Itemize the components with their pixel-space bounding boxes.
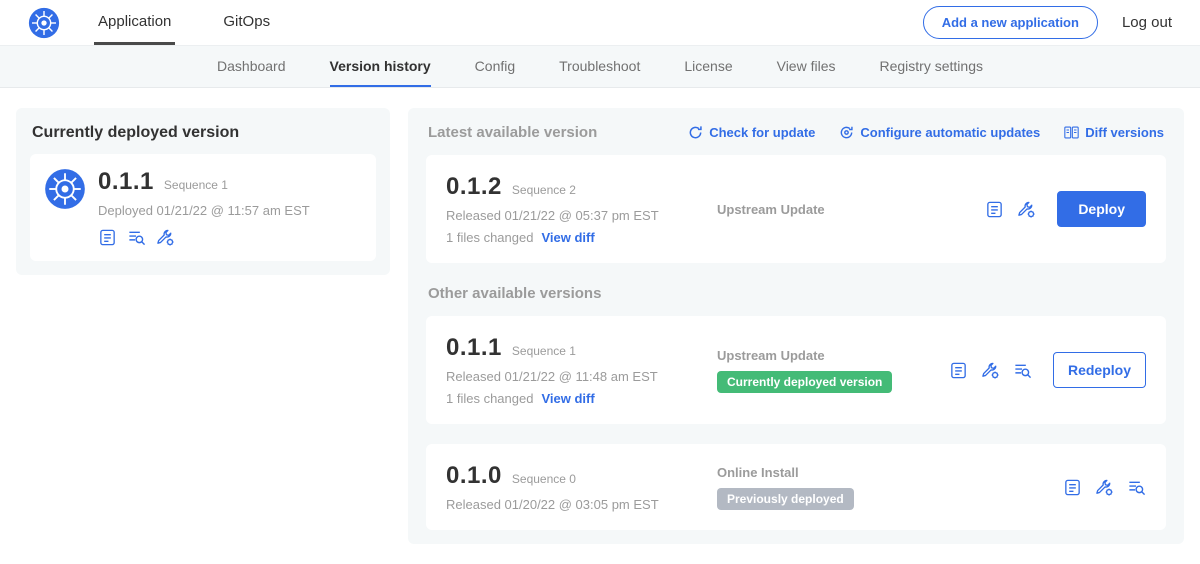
add-application-button[interactable]: Add a new application <box>923 6 1098 39</box>
version-card-0-1-1: 0.1.1 Sequence 1 Released 01/21/22 @ 11:… <box>426 316 1166 424</box>
version-source-label: Upstream Update <box>717 348 949 363</box>
subnav-item-registry-settings[interactable]: Registry settings <box>880 46 983 87</box>
sequence-label: Sequence 2 <box>512 183 576 197</box>
released-timestamp: Released 01/21/22 @ 05:37 pm EST <box>446 208 701 223</box>
version-history-page: Currently deployed version 0 <box>0 88 1200 564</box>
currently-deployed-badge: Currently deployed version <box>717 371 892 393</box>
subnav-item-dashboard[interactable]: Dashboard <box>217 46 286 87</box>
subnav-item-license[interactable]: License <box>684 46 732 87</box>
config-icon[interactable] <box>1095 478 1114 497</box>
deployed-version-number: 0.1.1 <box>98 168 154 196</box>
version-source-label: Upstream Update <box>717 202 985 217</box>
release-notes-icon[interactable] <box>1063 478 1082 497</box>
sequence-label: Sequence 1 <box>512 344 576 358</box>
subnav-item-troubleshoot[interactable]: Troubleshoot <box>559 46 640 87</box>
version-number: 0.1.0 <box>446 462 502 490</box>
tab-application[interactable]: Application <box>94 0 175 45</box>
subnav-item-version-history[interactable]: Version history <box>330 46 431 87</box>
files-changed-label: 1 files changed <box>446 391 533 406</box>
released-timestamp: Released 01/20/22 @ 03:05 pm EST <box>446 497 701 512</box>
preflight-checks-icon[interactable] <box>1127 478 1146 497</box>
version-number: 0.1.2 <box>446 173 502 201</box>
deployed-sequence-label: Sequence 1 <box>164 178 228 192</box>
available-versions-panel: Latest available version Check for updat… <box>408 108 1184 544</box>
redeploy-button[interactable]: Redeploy <box>1053 352 1146 388</box>
kubernetes-logo-icon[interactable] <box>28 7 60 39</box>
preflight-checks-icon[interactable] <box>127 228 146 247</box>
previously-deployed-badge: Previously deployed <box>717 488 854 510</box>
configure-automatic-updates-button[interactable]: Configure automatic updates <box>839 125 1040 140</box>
version-card-0-1-0: 0.1.0 Sequence 0 Released 01/20/22 @ 03:… <box>426 444 1166 530</box>
top-navbar: Application GitOps Add a new application… <box>0 0 1200 46</box>
sequence-label: Sequence 0 <box>512 472 576 486</box>
other-versions-title: Other available versions <box>428 285 1164 302</box>
version-source-label: Online Install <box>717 465 1063 480</box>
files-changed-label: 1 files changed <box>446 230 533 245</box>
config-icon[interactable] <box>981 361 1000 380</box>
refresh-icon <box>688 125 703 140</box>
view-diff-link[interactable]: View diff <box>541 230 594 245</box>
deployed-timestamp: Deployed 01/21/22 @ 11:57 am EST <box>98 203 310 218</box>
diff-versions-button[interactable]: Diff versions <box>1064 125 1164 140</box>
config-icon[interactable] <box>1017 200 1036 219</box>
preflight-checks-icon[interactable] <box>1013 361 1032 380</box>
top-tabs: Application GitOps <box>94 0 318 45</box>
tab-gitops[interactable]: GitOps <box>219 0 274 45</box>
released-timestamp: Released 01/21/22 @ 11:48 am EST <box>446 369 701 384</box>
logout-link[interactable]: Log out <box>1122 14 1172 31</box>
view-diff-link[interactable]: View diff <box>541 391 594 406</box>
app-subnav: Dashboard Version history Config Trouble… <box>0 46 1200 88</box>
deploy-button[interactable]: Deploy <box>1057 191 1146 227</box>
deployed-version-card: 0.1.1 Sequence 1 Deployed 01/21/22 @ 11:… <box>30 154 376 261</box>
release-notes-icon[interactable] <box>949 361 968 380</box>
check-for-update-button[interactable]: Check for update <box>688 125 815 140</box>
release-notes-icon[interactable] <box>985 200 1004 219</box>
subnav-item-view-files[interactable]: View files <box>777 46 836 87</box>
diff-icon <box>1064 125 1079 140</box>
latest-available-title: Latest available version <box>428 124 597 141</box>
auto-update-icon <box>839 125 854 140</box>
version-number: 0.1.1 <box>446 334 502 362</box>
release-notes-icon[interactable] <box>98 228 117 247</box>
latest-version-card: 0.1.2 Sequence 2 Released 01/21/22 @ 05:… <box>426 155 1166 263</box>
deployed-panel-title: Currently deployed version <box>32 124 374 142</box>
config-icon[interactable] <box>156 228 175 247</box>
currently-deployed-panel: Currently deployed version 0 <box>16 108 390 275</box>
subnav-item-config[interactable]: Config <box>475 46 515 87</box>
app-logo-icon <box>44 168 86 210</box>
